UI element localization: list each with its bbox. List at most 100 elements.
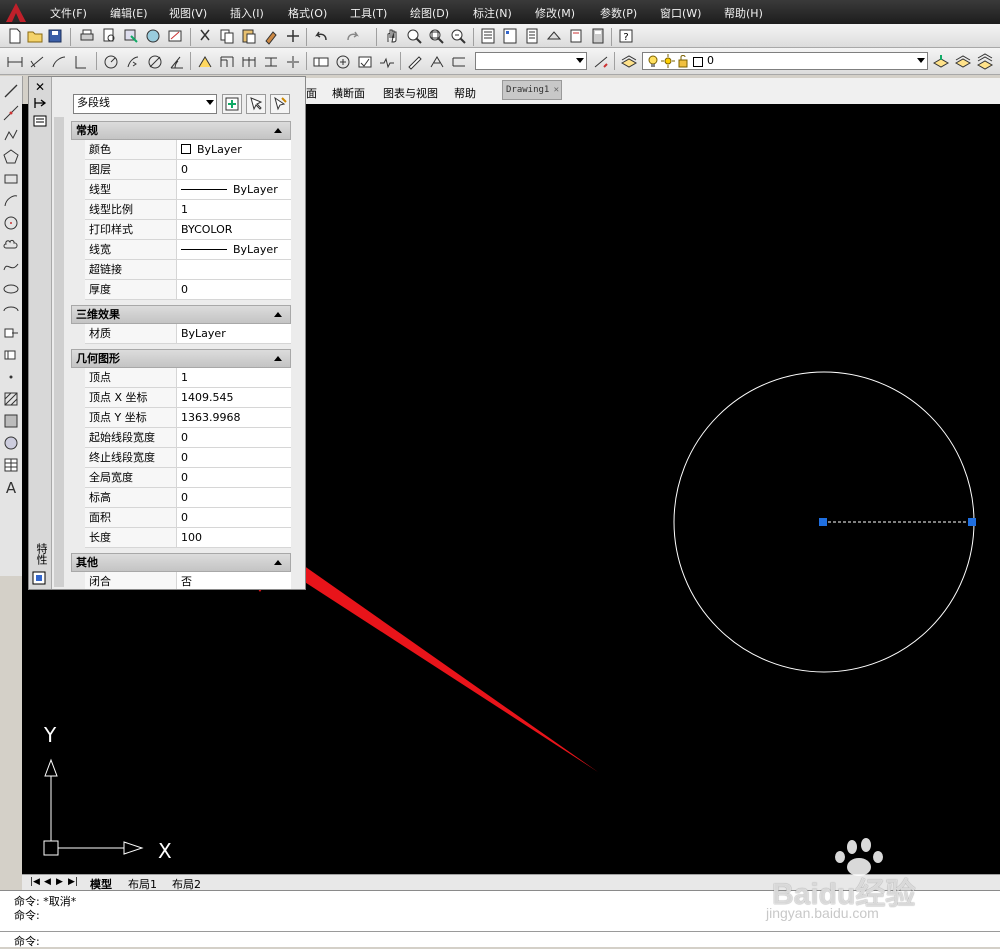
diameter-dimension-icon[interactable]	[146, 53, 164, 71]
polygon-icon[interactable]	[2, 148, 20, 166]
last-layout-icon[interactable]: ▶|	[68, 877, 78, 887]
close-icon[interactable]: ✕	[554, 81, 559, 99]
property-value[interactable]: 1363.9968	[177, 408, 291, 428]
property-value[interactable]: 0	[177, 468, 291, 488]
menu-file[interactable]: 文件(F)	[50, 5, 87, 21]
property-value[interactable]: BYCOLOR	[177, 220, 291, 240]
property-value[interactable]: 1	[177, 368, 291, 388]
property-row[interactable]: 厚度 0	[85, 280, 291, 300]
menu-draw[interactable]: 绘图(D)	[410, 5, 449, 21]
palette-scrollbar[interactable]	[54, 117, 64, 587]
property-value[interactable]: 否	[177, 572, 291, 589]
help-icon[interactable]: ?	[617, 27, 635, 45]
dimension-text-edit-icon[interactable]	[428, 53, 446, 71]
line-icon[interactable]	[2, 82, 20, 100]
zoom-realtime-icon[interactable]	[405, 27, 423, 45]
property-row[interactable]: 闭合否	[85, 572, 291, 589]
menu-view[interactable]: 视图(V)	[169, 5, 207, 21]
menu-window[interactable]: 窗口(W)	[660, 5, 701, 21]
dimension-style-combo[interactable]	[475, 52, 587, 70]
spline-icon[interactable]	[2, 258, 20, 276]
circle-icon[interactable]	[2, 214, 20, 232]
inspect-icon[interactable]	[356, 53, 374, 71]
etransmit-icon[interactable]	[166, 27, 184, 45]
property-value[interactable]: ByLayer	[177, 180, 291, 200]
property-value[interactable]: 0	[177, 428, 291, 448]
palette-settings-icon[interactable]	[32, 571, 46, 588]
jogged-linear-icon[interactable]	[378, 53, 396, 71]
collapse-icon[interactable]	[274, 356, 282, 361]
continue-dimension-icon[interactable]	[240, 53, 258, 71]
menu-dimension[interactable]: 标注(N)	[473, 5, 512, 21]
property-row[interactable]: 线型比例 1	[85, 200, 291, 220]
angular-dimension-icon[interactable]	[168, 53, 186, 71]
property-row[interactable]: 面积 0	[85, 508, 291, 528]
property-value[interactable]: 100	[177, 528, 291, 548]
property-row[interactable]: 顶点 X 坐标 1409.545	[85, 388, 291, 408]
property-value[interactable]: 0	[177, 160, 291, 180]
prev-layout-icon[interactable]: ◀	[44, 877, 51, 887]
jogged-dimension-icon[interactable]	[124, 53, 142, 71]
grip-end[interactable]	[968, 518, 976, 526]
tolerance-icon[interactable]	[312, 53, 330, 71]
layer-states-icon[interactable]	[976, 53, 994, 71]
property-row[interactable]: 顶点 1	[85, 368, 291, 388]
grip-start[interactable]	[819, 518, 827, 526]
dimension-edit-icon[interactable]	[406, 53, 424, 71]
tab-charts-views[interactable]: 图表与视图	[383, 85, 438, 101]
property-row[interactable]: 长度 100	[85, 528, 291, 548]
property-row[interactable]: 超链接	[85, 260, 291, 280]
property-value[interactable]: ByLayer	[177, 140, 291, 160]
section-3d-effects[interactable]: 三维效果	[71, 305, 291, 324]
property-row[interactable]: 顶点 Y 坐标 1363.9968	[85, 408, 291, 428]
rectangle-icon[interactable]	[2, 170, 20, 188]
property-row[interactable]: 图层 0	[85, 160, 291, 180]
menu-help[interactable]: 帮助(H)	[724, 5, 763, 21]
save-icon[interactable]	[46, 27, 64, 45]
section-geometry[interactable]: 几何图形	[71, 349, 291, 368]
polyline-icon[interactable]	[2, 126, 20, 144]
property-row[interactable]: 全局宽度 0	[85, 468, 291, 488]
aligned-dimension-icon[interactable]	[28, 53, 46, 71]
property-row[interactable]: 打印样式 BYCOLOR	[85, 220, 291, 240]
match-properties-icon[interactable]	[262, 27, 280, 45]
center-mark-icon[interactable]	[334, 53, 352, 71]
properties-icon[interactable]	[479, 27, 497, 45]
property-value[interactable]: 1409.545	[177, 388, 291, 408]
ordinate-dimension-icon[interactable]	[72, 53, 90, 71]
dimension-style-icon[interactable]	[592, 53, 610, 71]
quick-select-button[interactable]	[270, 94, 290, 114]
property-value[interactable]: 1	[177, 200, 291, 220]
property-row[interactable]: 标高 0	[85, 488, 291, 508]
property-row[interactable]: 终止线段宽度 0	[85, 448, 291, 468]
palette-menu-icon[interactable]	[33, 115, 47, 130]
new-file-icon[interactable]	[6, 27, 24, 45]
linear-dimension-icon[interactable]	[6, 53, 24, 71]
first-layout-icon[interactable]: |◀	[30, 877, 40, 887]
cut-icon[interactable]	[196, 27, 214, 45]
open-folder-icon[interactable]	[26, 27, 44, 45]
sheet-set-icon[interactable]	[545, 27, 563, 45]
construction-line-icon[interactable]	[2, 104, 20, 122]
tool-palettes-icon[interactable]	[523, 27, 541, 45]
property-row[interactable]: 颜色 ByLayer	[85, 140, 291, 160]
property-value[interactable]: 0	[177, 508, 291, 528]
table-icon[interactable]	[2, 456, 20, 474]
property-value[interactable]: 0	[177, 488, 291, 508]
section-general[interactable]: 常规	[71, 121, 291, 140]
make-current-layer-icon[interactable]	[932, 53, 950, 71]
calculator-icon[interactable]	[589, 27, 607, 45]
make-block-icon[interactable]	[2, 346, 20, 364]
zoom-window-icon[interactable]	[427, 27, 445, 45]
section-misc[interactable]: 其他	[71, 553, 291, 572]
tab-help[interactable]: 帮助	[454, 85, 476, 101]
radius-dimension-icon[interactable]	[102, 53, 120, 71]
paste-icon[interactable]	[240, 27, 258, 45]
object-type-combo[interactable]: 多段线	[73, 94, 217, 114]
ellipse-icon[interactable]	[2, 280, 20, 298]
block-editor-icon[interactable]	[284, 27, 302, 45]
property-value[interactable]	[177, 260, 291, 280]
multiline-text-icon[interactable]: A	[2, 478, 20, 496]
layer-combo[interactable]: 0	[642, 52, 928, 70]
auto-hide-icon[interactable]	[33, 97, 47, 112]
